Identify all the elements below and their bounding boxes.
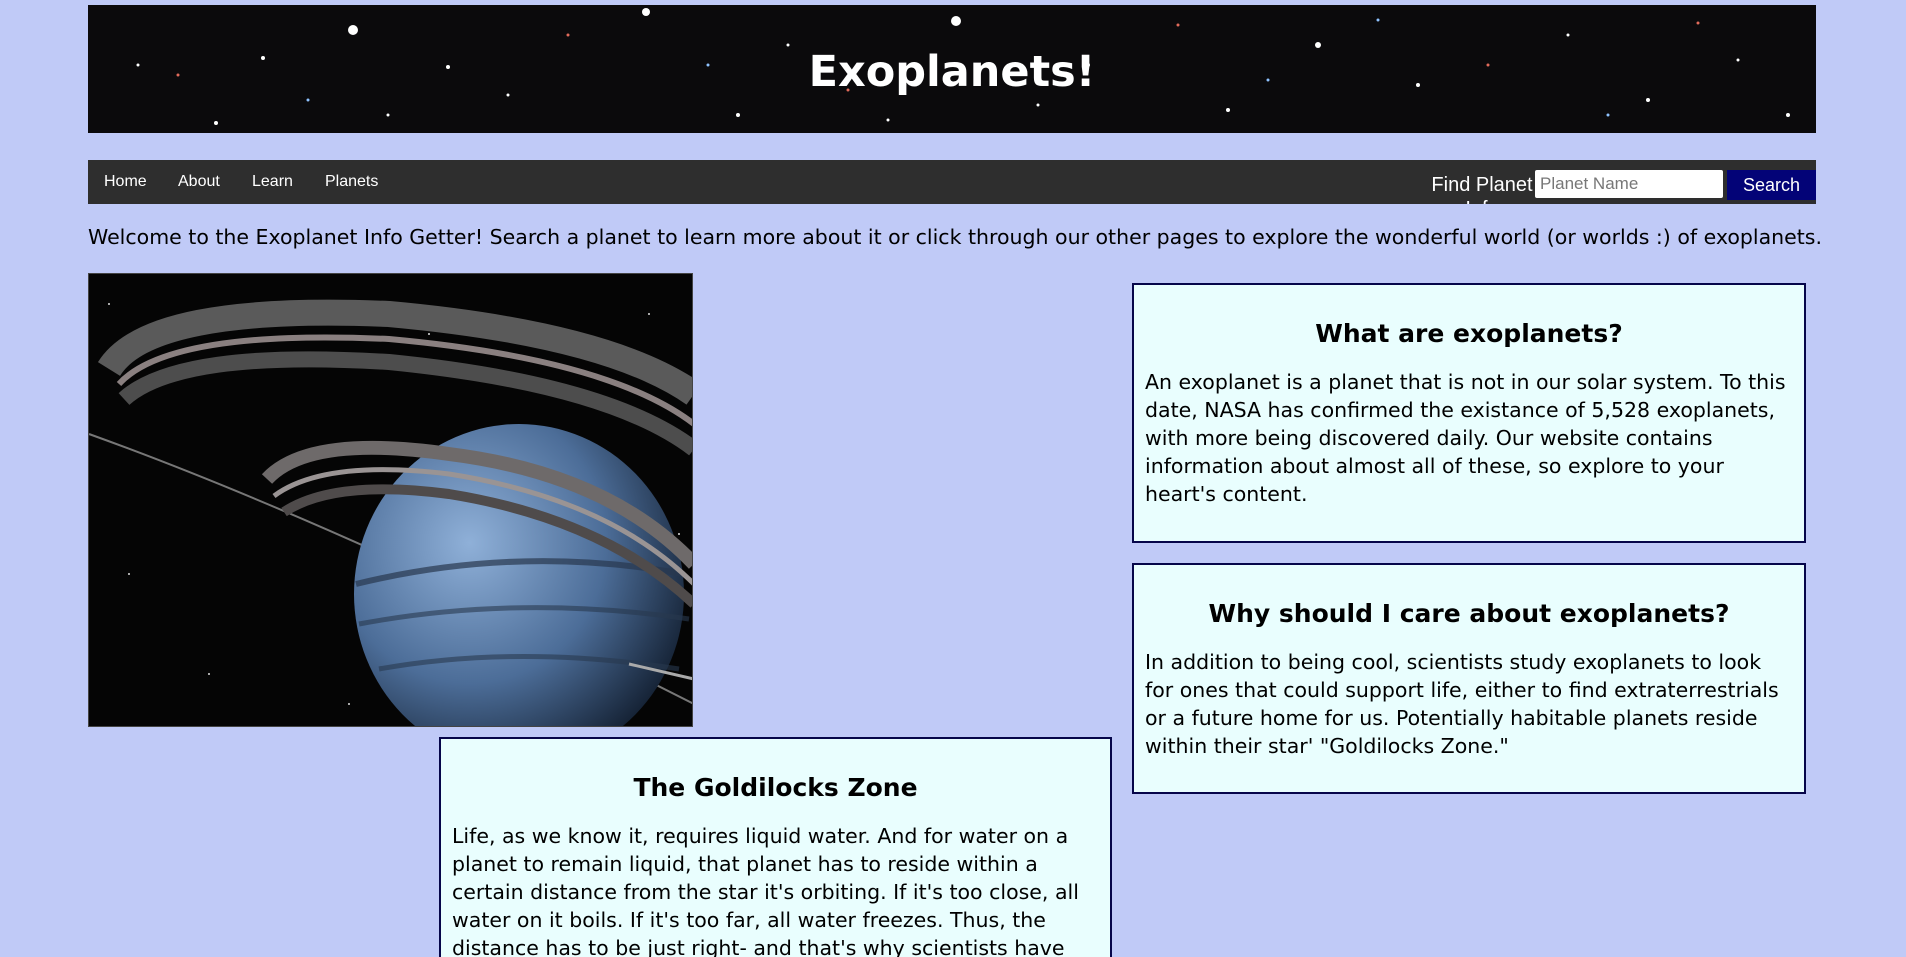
card-heading: What are exoplanets?: [1315, 319, 1623, 348]
site-title: Exoplanets!: [808, 47, 1096, 97]
card-body: In addition to being cool, scientists st…: [1145, 650, 1779, 758]
nav-link-planets[interactable]: Planets: [325, 173, 378, 191]
search-button[interactable]: Search: [1727, 170, 1816, 200]
card-heading: The Goldilocks Zone: [633, 773, 918, 802]
nav-link-learn[interactable]: Learn: [252, 173, 293, 191]
nav-link-about[interactable]: About: [178, 173, 220, 191]
ringed-planet-illustration: [89, 274, 692, 726]
top-navigation-bar: Home About Learn Planets Find Planet Inf…: [88, 160, 1816, 204]
why-care-card: Why should I care about exoplanets? In a…: [1132, 563, 1806, 794]
card-body: Life, as we know it, requires liquid wat…: [452, 824, 1079, 957]
card-body: An exoplanet is a planet that is not in …: [1145, 370, 1786, 506]
find-planet-label: Find Planet Info: [1431, 174, 1533, 204]
what-are-exoplanets-card: What are exoplanets? An exoplanet is a p…: [1132, 283, 1806, 543]
card-heading: Why should I care about exoplanets?: [1208, 599, 1730, 628]
goldilocks-zone-card: The Goldilocks Zone Life, as we know it,…: [439, 737, 1112, 957]
planet-search-input[interactable]: [1535, 170, 1723, 198]
ringed-planet-image: [88, 273, 693, 727]
header-banner: Exoplanets!: [88, 5, 1816, 133]
welcome-message: Welcome to the Exoplanet Info Getter! Se…: [88, 225, 1823, 249]
nav-link-home[interactable]: Home: [104, 173, 147, 191]
